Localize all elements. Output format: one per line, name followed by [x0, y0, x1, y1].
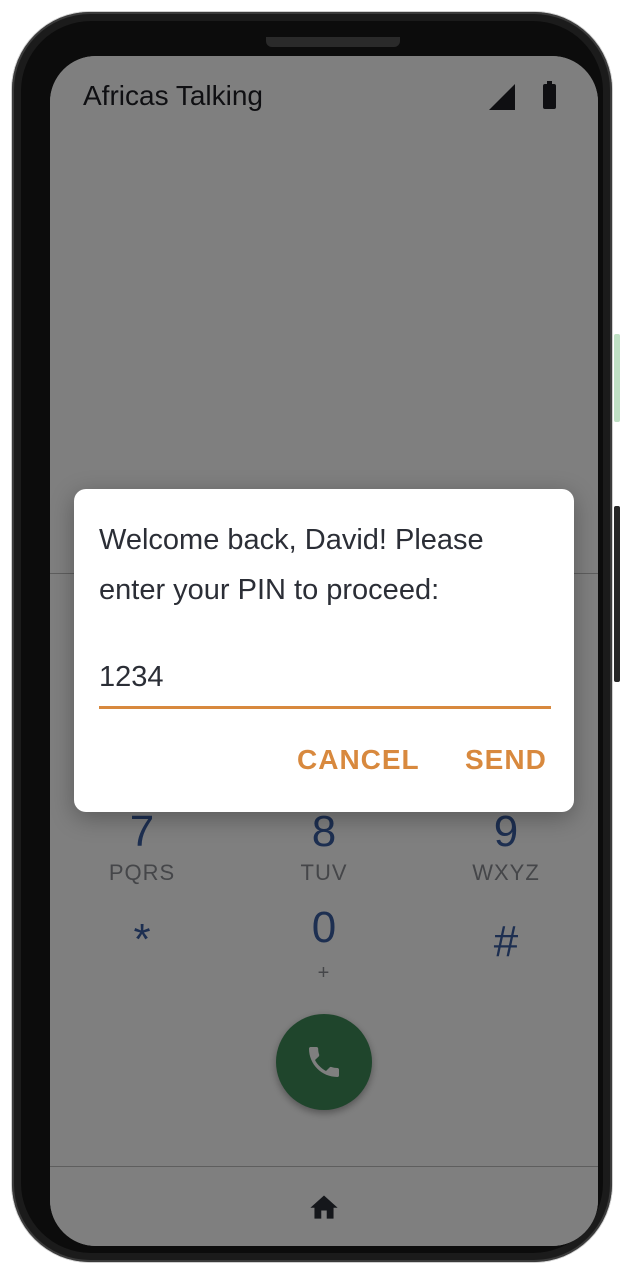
- pin-dialog: Welcome back, David! Please enter your P…: [74, 489, 574, 812]
- dialog-message: Welcome back, David! Please enter your P…: [99, 524, 484, 606]
- speaker-grill: [266, 37, 400, 47]
- side-button-green: [614, 334, 620, 422]
- send-button[interactable]: SEND: [465, 744, 547, 776]
- volume-button: [614, 506, 620, 682]
- pin-input[interactable]: [99, 649, 551, 709]
- screen: Africas Talking 7 PQRS 8 TUV 9 WXYZ: [50, 56, 598, 1246]
- phone-frame: Africas Talking 7 PQRS 8 TUV 9 WXYZ: [12, 12, 620, 1262]
- cancel-button[interactable]: CANCEL: [297, 744, 420, 776]
